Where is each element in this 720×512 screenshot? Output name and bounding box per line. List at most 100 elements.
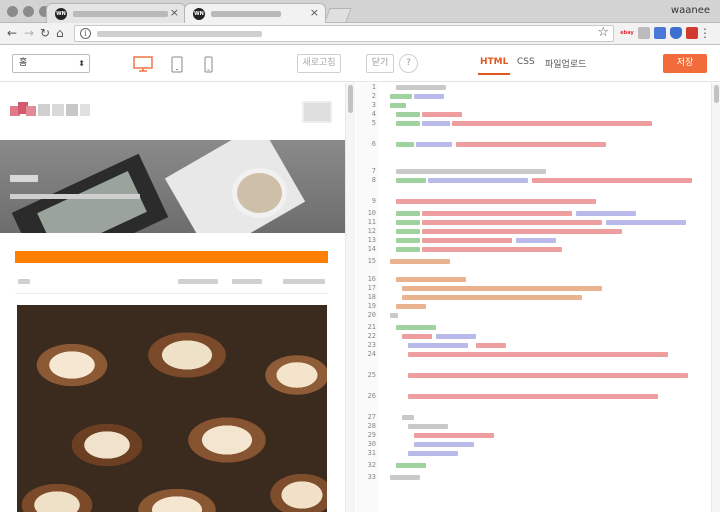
- drive-extension-icon[interactable]: [638, 27, 650, 39]
- page-select-value: 홈: [19, 58, 28, 68]
- tab-file-upload[interactable]: 파일업로드: [545, 57, 586, 70]
- code-segment-blurred: [396, 238, 420, 243]
- code-segment-blurred: [396, 121, 420, 126]
- tab-close-icon[interactable]: ×: [170, 6, 179, 19]
- code-segment-blurred: [390, 103, 406, 108]
- line-number: 9: [371, 197, 376, 205]
- code-segment-blurred: [408, 343, 468, 348]
- code-segment-blurred: [396, 277, 466, 282]
- line-number: 20: [367, 311, 376, 319]
- browser-window: WN × WN × waanee ← → ↻ ⌂ i ☆ ebay ⋮ 홈 ⬍ …: [0, 0, 720, 512]
- browser-tab-1[interactable]: WN ×: [46, 3, 186, 23]
- minimize-window-icon[interactable]: [23, 6, 34, 17]
- code-segment-blurred: [402, 286, 602, 291]
- orange-banner: [15, 251, 328, 263]
- code-segment-blurred: [456, 142, 606, 147]
- reload-icon[interactable]: ↻: [40, 26, 50, 40]
- red-extension-icon[interactable]: [686, 27, 698, 39]
- mobile-view-icon[interactable]: [204, 56, 213, 73]
- tab-close-icon[interactable]: ×: [310, 6, 319, 19]
- tab-html[interactable]: HTML: [477, 57, 511, 75]
- line-number: 3: [371, 101, 376, 109]
- code-segment-blurred: [396, 142, 414, 147]
- tab-favicon-icon: WN: [55, 8, 67, 20]
- code-scrollbar[interactable]: [711, 83, 720, 512]
- line-number: 24: [367, 350, 376, 358]
- line-number: 21: [367, 323, 376, 331]
- line-number: 33: [367, 473, 376, 481]
- site-hamburger-icon[interactable]: [302, 101, 332, 123]
- line-number: 25: [367, 371, 376, 379]
- line-number: 28: [367, 422, 376, 430]
- line-number: 1: [371, 83, 376, 91]
- ebay-extension-icon[interactable]: ebay: [620, 27, 634, 39]
- forward-arrow-icon[interactable]: →: [24, 26, 34, 40]
- browser-menu-icon[interactable]: ⋮: [699, 26, 711, 40]
- code-editor[interactable]: 1 2 3 4 5 6 7 8 9 10 11 12 13 14 15 16 17 18 19 20 21 22 23 24 2…: [356, 83, 711, 512]
- line-number: 15: [367, 257, 376, 265]
- code-segment-blurred: [516, 238, 556, 243]
- code-segment-blurred: [396, 178, 426, 183]
- tab-strip: WN × WN × waanee: [0, 0, 720, 23]
- line-number: 32: [367, 461, 376, 469]
- shield-extension-icon[interactable]: [670, 27, 682, 39]
- code-segment-blurred: [390, 475, 420, 480]
- home-icon[interactable]: ⌂: [56, 26, 64, 40]
- food-photo: [17, 305, 327, 512]
- help-button[interactable]: ?: [399, 54, 418, 73]
- line-number: 26: [367, 392, 376, 400]
- new-tab-button[interactable]: [324, 8, 352, 22]
- bookmark-star-icon[interactable]: ☆: [597, 25, 609, 40]
- code-segment-blurred: [422, 220, 602, 225]
- code-segment-blurred: [408, 394, 658, 399]
- code-segment-blurred: [414, 433, 494, 438]
- line-number: 6: [371, 140, 376, 148]
- code-segment-blurred: [396, 112, 420, 117]
- preview-scrollbar[interactable]: [345, 83, 355, 512]
- code-segment-blurred: [396, 85, 446, 90]
- code-segment-blurred: [422, 229, 622, 234]
- code-segment-blurred: [402, 295, 582, 300]
- divider: [15, 293, 328, 294]
- tab-favicon-icon: WN: [193, 8, 205, 20]
- tablet-view-icon[interactable]: [171, 56, 183, 73]
- code-segment-blurred: [408, 424, 448, 429]
- line-number: 30: [367, 440, 376, 448]
- tab-title-blurred: [73, 11, 168, 17]
- code-pane: 닫기 ? HTML CSS 파일업로드 저장 1 2 3 4 5 6 7 8 9 10 11 12 13…: [356, 46, 720, 512]
- line-number: 8: [371, 176, 376, 184]
- address-bar[interactable]: i ☆: [74, 25, 614, 42]
- save-button[interactable]: 저장: [663, 54, 707, 73]
- code-segment-blurred: [396, 247, 420, 252]
- profile-name[interactable]: waanee: [671, 5, 710, 16]
- close-button[interactable]: 닫기: [366, 54, 394, 73]
- desktop-view-icon[interactable]: [133, 56, 153, 72]
- page-select[interactable]: 홈 ⬍: [12, 54, 90, 73]
- browser-tab-2[interactable]: WN ×: [184, 3, 326, 23]
- tab-title-blurred: [211, 11, 281, 17]
- tab-css[interactable]: CSS: [517, 57, 535, 67]
- code-segment-blurred: [428, 178, 528, 183]
- site-logo: [10, 102, 90, 116]
- browser-toolbar: ← → ↻ ⌂ i ☆ ebay ⋮: [0, 23, 720, 45]
- close-window-icon[interactable]: [7, 6, 18, 17]
- back-arrow-icon[interactable]: ←: [7, 26, 17, 40]
- code-segment-blurred: [416, 142, 452, 147]
- code-segment-blurred: [402, 334, 432, 339]
- site-info-icon[interactable]: i: [80, 28, 91, 39]
- blurred-text: [178, 279, 218, 284]
- code-segment-blurred: [402, 415, 414, 420]
- preview-toolbar: 홈 ⬍ 새로고침: [0, 46, 355, 82]
- line-number: 14: [367, 245, 376, 253]
- line-number: 17: [367, 284, 376, 292]
- code-segment-blurred: [476, 343, 506, 348]
- code-segment-blurred: [532, 178, 692, 183]
- refresh-button[interactable]: 새로고침: [297, 54, 341, 73]
- blurred-text: [18, 279, 30, 284]
- url-blurred: [97, 31, 262, 37]
- line-number: 7: [371, 167, 376, 175]
- gmail-extension-icon[interactable]: [654, 27, 666, 39]
- code-segment-blurred: [390, 313, 398, 318]
- blurred-text: [283, 279, 325, 284]
- site-preview: [0, 83, 345, 512]
